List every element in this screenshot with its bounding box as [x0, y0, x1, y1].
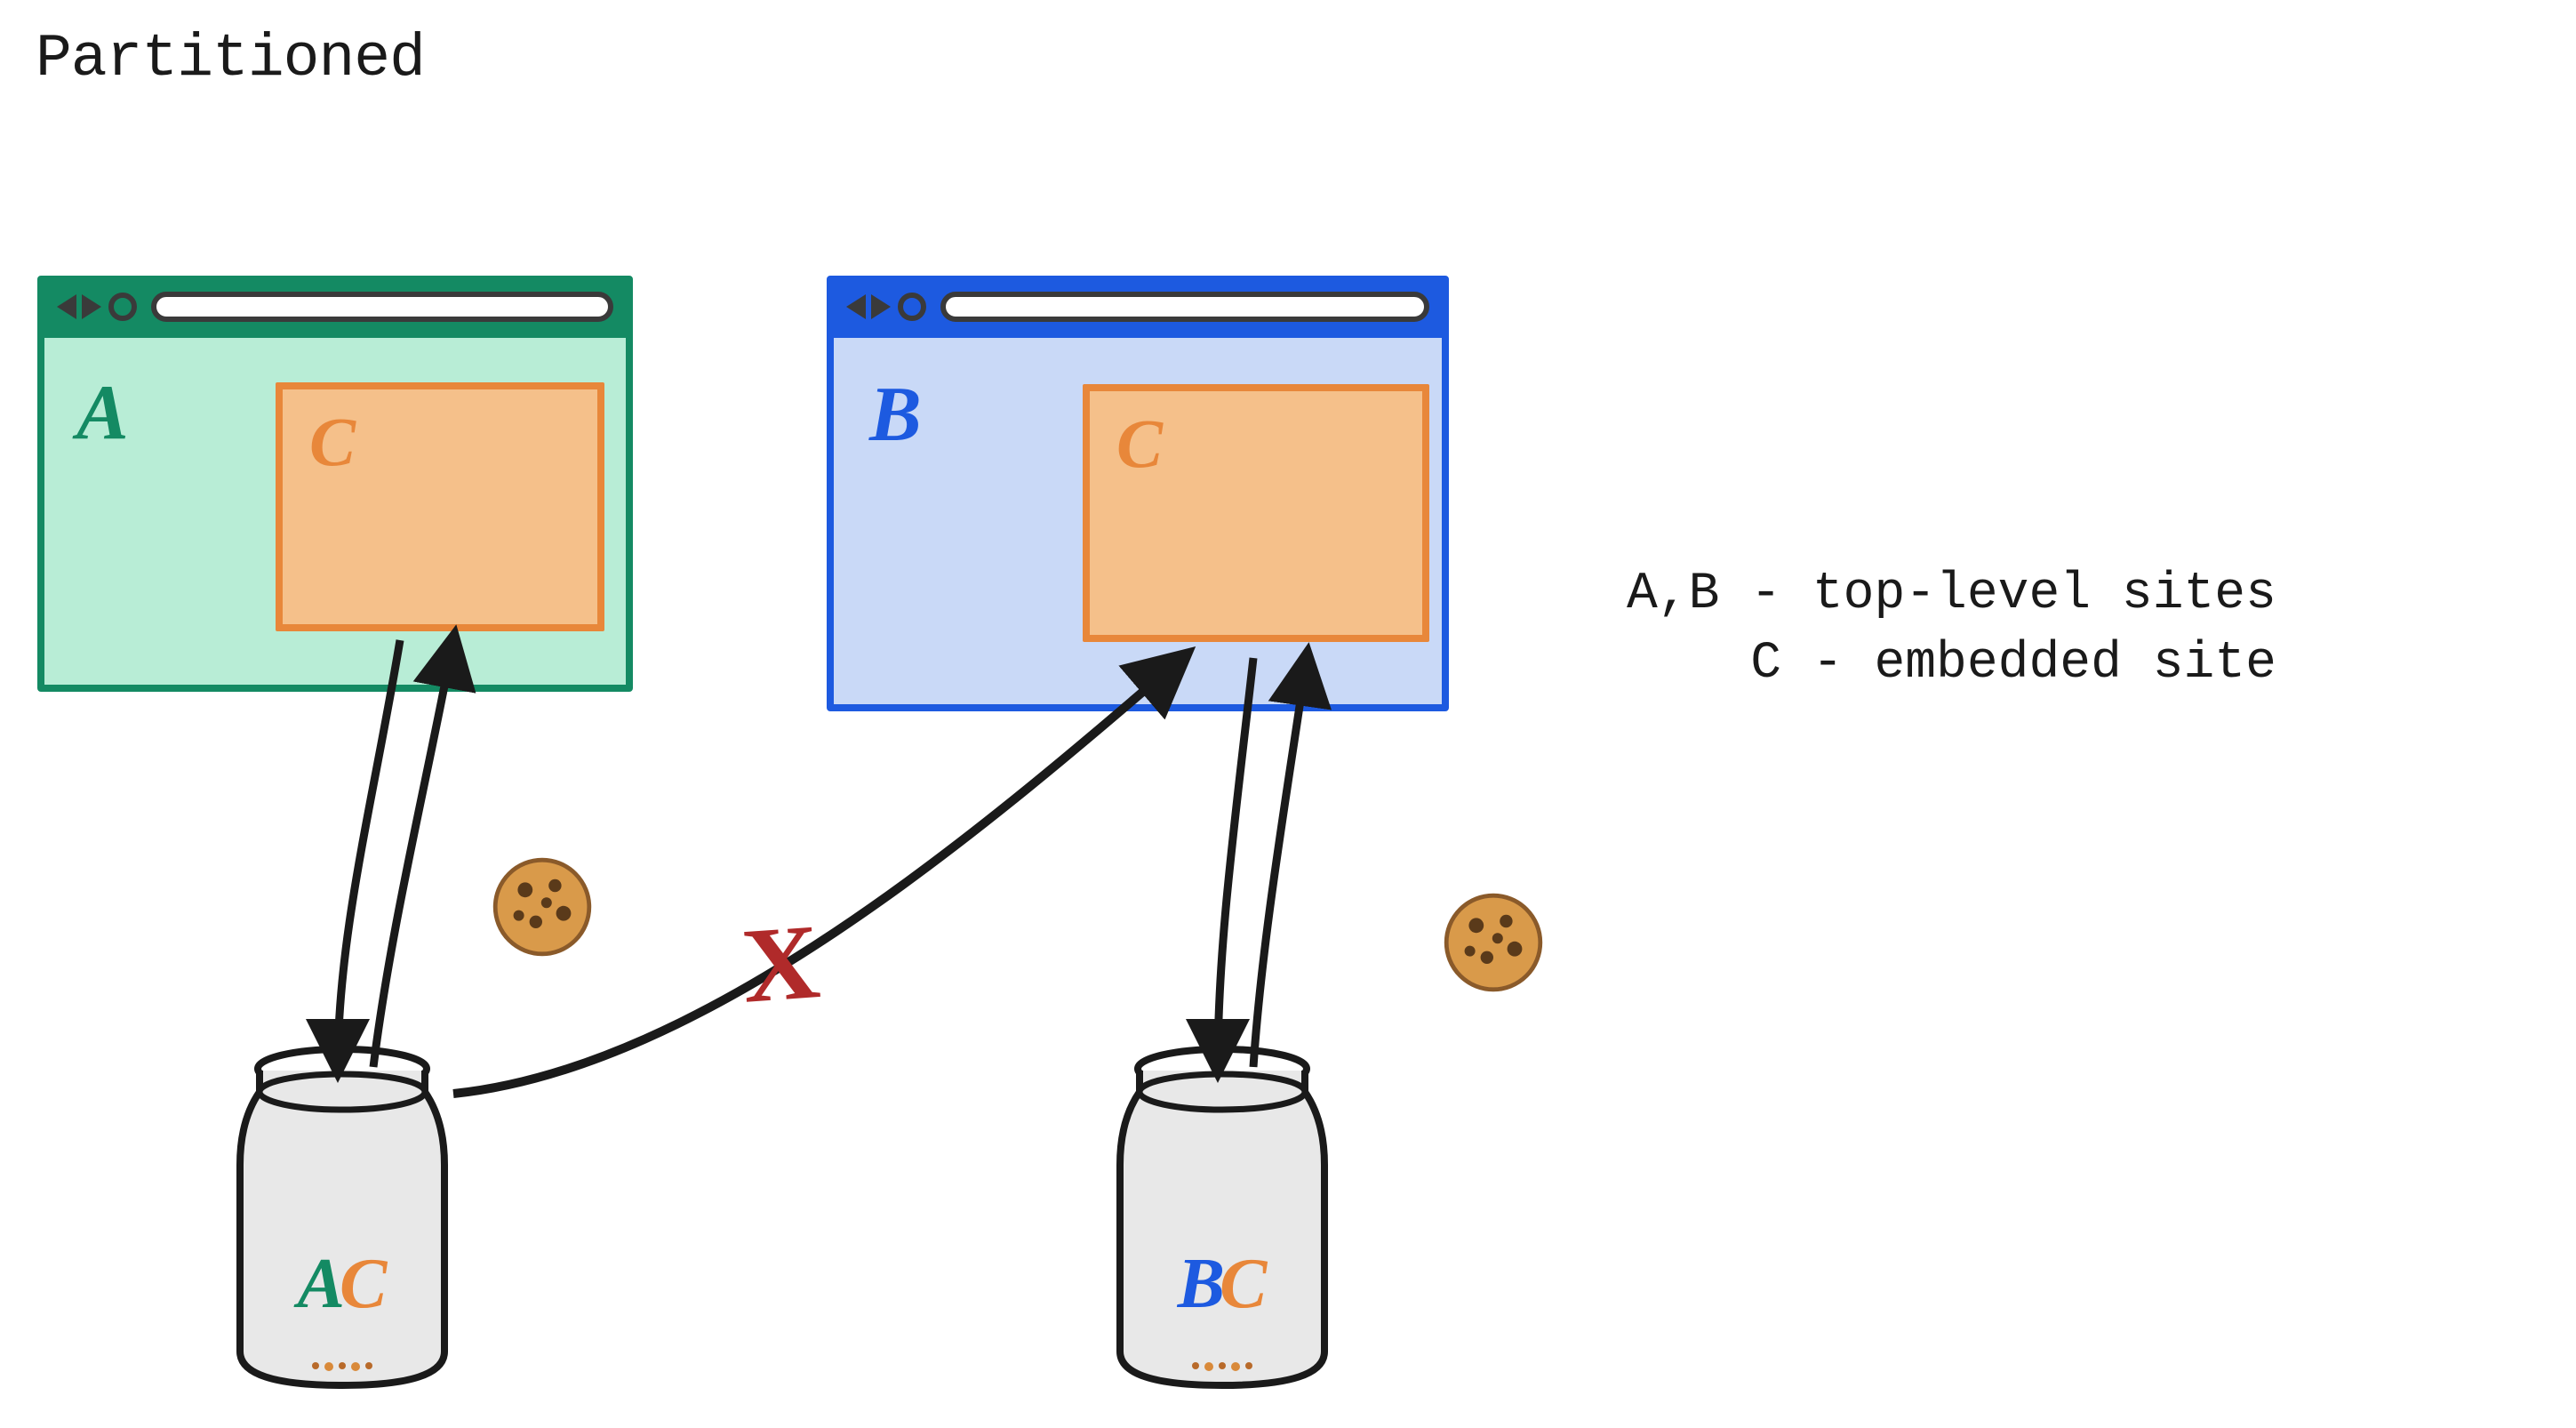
deny-x-icon: X [738, 900, 823, 1028]
browser-toolbar [44, 283, 626, 338]
legend-line-2: C - embedded site [1627, 630, 2276, 699]
embedded-frame: C [1083, 384, 1429, 642]
back-icon [57, 294, 76, 319]
address-bar [151, 292, 613, 322]
browser-window-a: A C [37, 276, 633, 692]
forward-icon [871, 294, 891, 319]
jar-a-partition-label: A [298, 1245, 345, 1323]
cookie-crumbs [312, 1362, 372, 1371]
jar-a-label: AC [213, 1244, 471, 1325]
browser-toolbar [834, 283, 1442, 338]
address-bar [940, 292, 1429, 322]
legend: A,B - top-level sitesC - embedded site [1627, 560, 2276, 700]
jar-b-site-label: C [1220, 1245, 1267, 1323]
jar-b-label: BC [1093, 1244, 1351, 1325]
browser-window-b: B C [827, 276, 1449, 711]
browser-body: A C [44, 338, 626, 685]
reload-icon [108, 293, 137, 321]
back-icon [846, 294, 866, 319]
site-a-label: A [76, 368, 129, 458]
cookie-icon [489, 854, 596, 960]
cookie-crumbs [1192, 1362, 1252, 1371]
arrow-jar-a-to-embed-a [373, 640, 453, 1067]
diagram-title: Partitioned [36, 25, 425, 93]
jar-icon [213, 1040, 471, 1396]
legend-line-1: A,B - top-level sites [1627, 560, 2276, 630]
arrow-jar-b-to-embed-b [1253, 658, 1307, 1067]
cookie-jar-a: AC [213, 1040, 471, 1396]
site-b-label: B [869, 370, 922, 460]
forward-icon [82, 294, 101, 319]
reload-icon [898, 293, 926, 321]
cookie-icon [1440, 889, 1547, 996]
jar-icon [1093, 1040, 1351, 1396]
embedded-site-label: C [309, 402, 356, 482]
browser-body: B C [834, 338, 1442, 704]
arrow-embed-a-to-jar-a [338, 640, 400, 1067]
jar-a-site-label: C [340, 1245, 387, 1323]
jar-b-partition-label: B [1178, 1245, 1225, 1323]
embedded-site-label: C [1116, 404, 1163, 484]
embedded-frame: C [276, 382, 604, 631]
arrow-embed-b-to-jar-b [1218, 658, 1253, 1067]
cookie-jar-b: BC [1093, 1040, 1351, 1396]
